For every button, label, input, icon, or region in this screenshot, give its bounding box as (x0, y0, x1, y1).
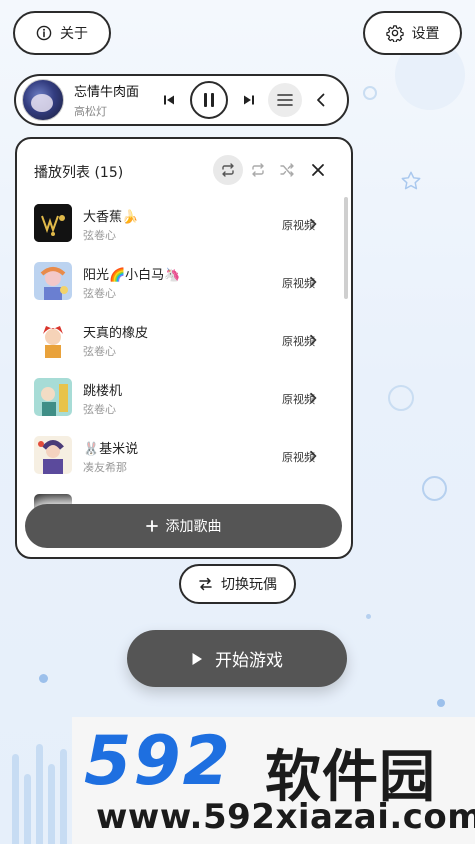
playlist-title: 播放列表 (15) (34, 165, 124, 181)
about-button[interactable]: 关于 (13, 11, 111, 55)
song-item[interactable]: 🐰基米说 凑友希那 原视频 (17, 433, 351, 491)
song-thumbnail (34, 262, 72, 300)
song-title: 大香蕉🍌 (83, 210, 139, 225)
song-title: 跳楼机 (83, 384, 123, 399)
switch-doll-label: 切换玩偶 (221, 577, 277, 593)
plus-icon (145, 520, 158, 532)
song-item[interactable]: 跳楼机 弦卷心 原视频 (17, 375, 351, 433)
bg-bar (60, 749, 67, 844)
switch-doll-button[interactable]: 切换玩偶 (179, 564, 296, 604)
bg-ring (422, 476, 447, 501)
mini-player: 忘情牛肉面 高松灯 (14, 74, 349, 126)
now-playing-info: 忘情牛肉面 高松灯 (74, 81, 152, 119)
bg-ring (363, 86, 377, 100)
skip-next-icon (244, 95, 254, 105)
watermark-number: 592 (84, 722, 232, 801)
gear-icon (385, 25, 404, 42)
song-artist: 弦卷心 (83, 403, 116, 416)
playlist-panel: 播放列表 (15) 大香蕉🍌 弦卷心 原视频 阳光🌈小白马🦄 弦卷心 原视频 天… (15, 137, 353, 559)
playlist-toggle-button[interactable] (268, 83, 302, 117)
start-game-button[interactable]: 开始游戏 (127, 630, 347, 687)
chevron-left-icon (317, 93, 325, 107)
repeat-icon (222, 163, 234, 177)
pause-icon (204, 93, 214, 107)
bg-bar (12, 754, 19, 844)
bg-dot (39, 674, 48, 683)
skip-previous-icon (164, 95, 174, 105)
next-button[interactable] (234, 85, 264, 115)
song-list: 大香蕉🍌 弦卷心 原视频 阳光🌈小白马🦄 弦卷心 原视频 天真的橡皮 弦卷心 原… (17, 201, 351, 521)
bg-bar (48, 764, 55, 844)
album-cover[interactable] (22, 79, 64, 121)
bg-bar (36, 744, 43, 844)
add-song-button[interactable]: 添加歌曲 (25, 504, 342, 548)
chevron-right-icon (310, 392, 317, 404)
settings-label: 设置 (411, 26, 440, 42)
song-artist: 弦卷心 (83, 345, 116, 358)
settings-button[interactable]: 设置 (363, 11, 462, 55)
chevron-right-icon (310, 334, 317, 346)
watermark-url: www.592xiazai.com (96, 797, 475, 837)
song-title: 天真的橡皮 (83, 326, 149, 341)
song-artist: 凑友希那 (83, 461, 127, 474)
add-song-label: 添加歌曲 (165, 519, 222, 535)
repeat-one-button[interactable] (243, 155, 273, 185)
menu-icon (277, 94, 293, 106)
about-label: 关于 (60, 26, 88, 42)
song-item[interactable]: 天真的橡皮 弦卷心 原视频 (17, 317, 351, 375)
song-item[interactable]: 大香蕉🍌 弦卷心 原视频 (17, 201, 351, 259)
song-title: 阳光🌈小白马🦄 (83, 268, 181, 283)
swap-icon (199, 577, 212, 591)
collapse-player-button[interactable] (308, 85, 334, 115)
chevron-right-icon (310, 276, 317, 288)
close-playlist-button[interactable] (305, 157, 331, 183)
bg-ring (388, 385, 414, 411)
song-thumbnail (34, 204, 72, 242)
playlist-scrollbar[interactable] (344, 197, 348, 299)
song-title: 🐰基米说 (83, 442, 139, 457)
close-icon (312, 164, 324, 176)
chevron-right-icon (310, 218, 317, 230)
playlist-header: 播放列表 (15) (17, 139, 351, 201)
now-playing-artist: 高松灯 (74, 105, 107, 118)
shuffle-icon (280, 163, 294, 177)
chevron-right-icon (310, 450, 317, 462)
song-thumbnail (34, 320, 72, 358)
bg-dot (437, 699, 445, 707)
song-thumbnail (34, 378, 72, 416)
info-icon (36, 25, 52, 41)
bg-bar (24, 774, 31, 844)
star-icon (401, 171, 421, 190)
repeat-one-icon (252, 163, 264, 177)
play-icon (192, 652, 202, 665)
song-artist: 弦卷心 (83, 287, 116, 300)
bg-dot (366, 614, 371, 619)
song-artist: 弦卷心 (83, 229, 116, 242)
previous-button[interactable] (154, 85, 184, 115)
now-playing-title: 忘情牛肉面 (74, 85, 140, 100)
start-game-label: 开始游戏 (215, 651, 283, 671)
pause-button[interactable] (190, 81, 228, 119)
song-item[interactable]: 阳光🌈小白马🦄 弦卷心 原视频 (17, 259, 351, 317)
song-thumbnail (34, 436, 72, 474)
shuffle-button[interactable] (272, 155, 302, 185)
repeat-all-button[interactable] (213, 155, 243, 185)
